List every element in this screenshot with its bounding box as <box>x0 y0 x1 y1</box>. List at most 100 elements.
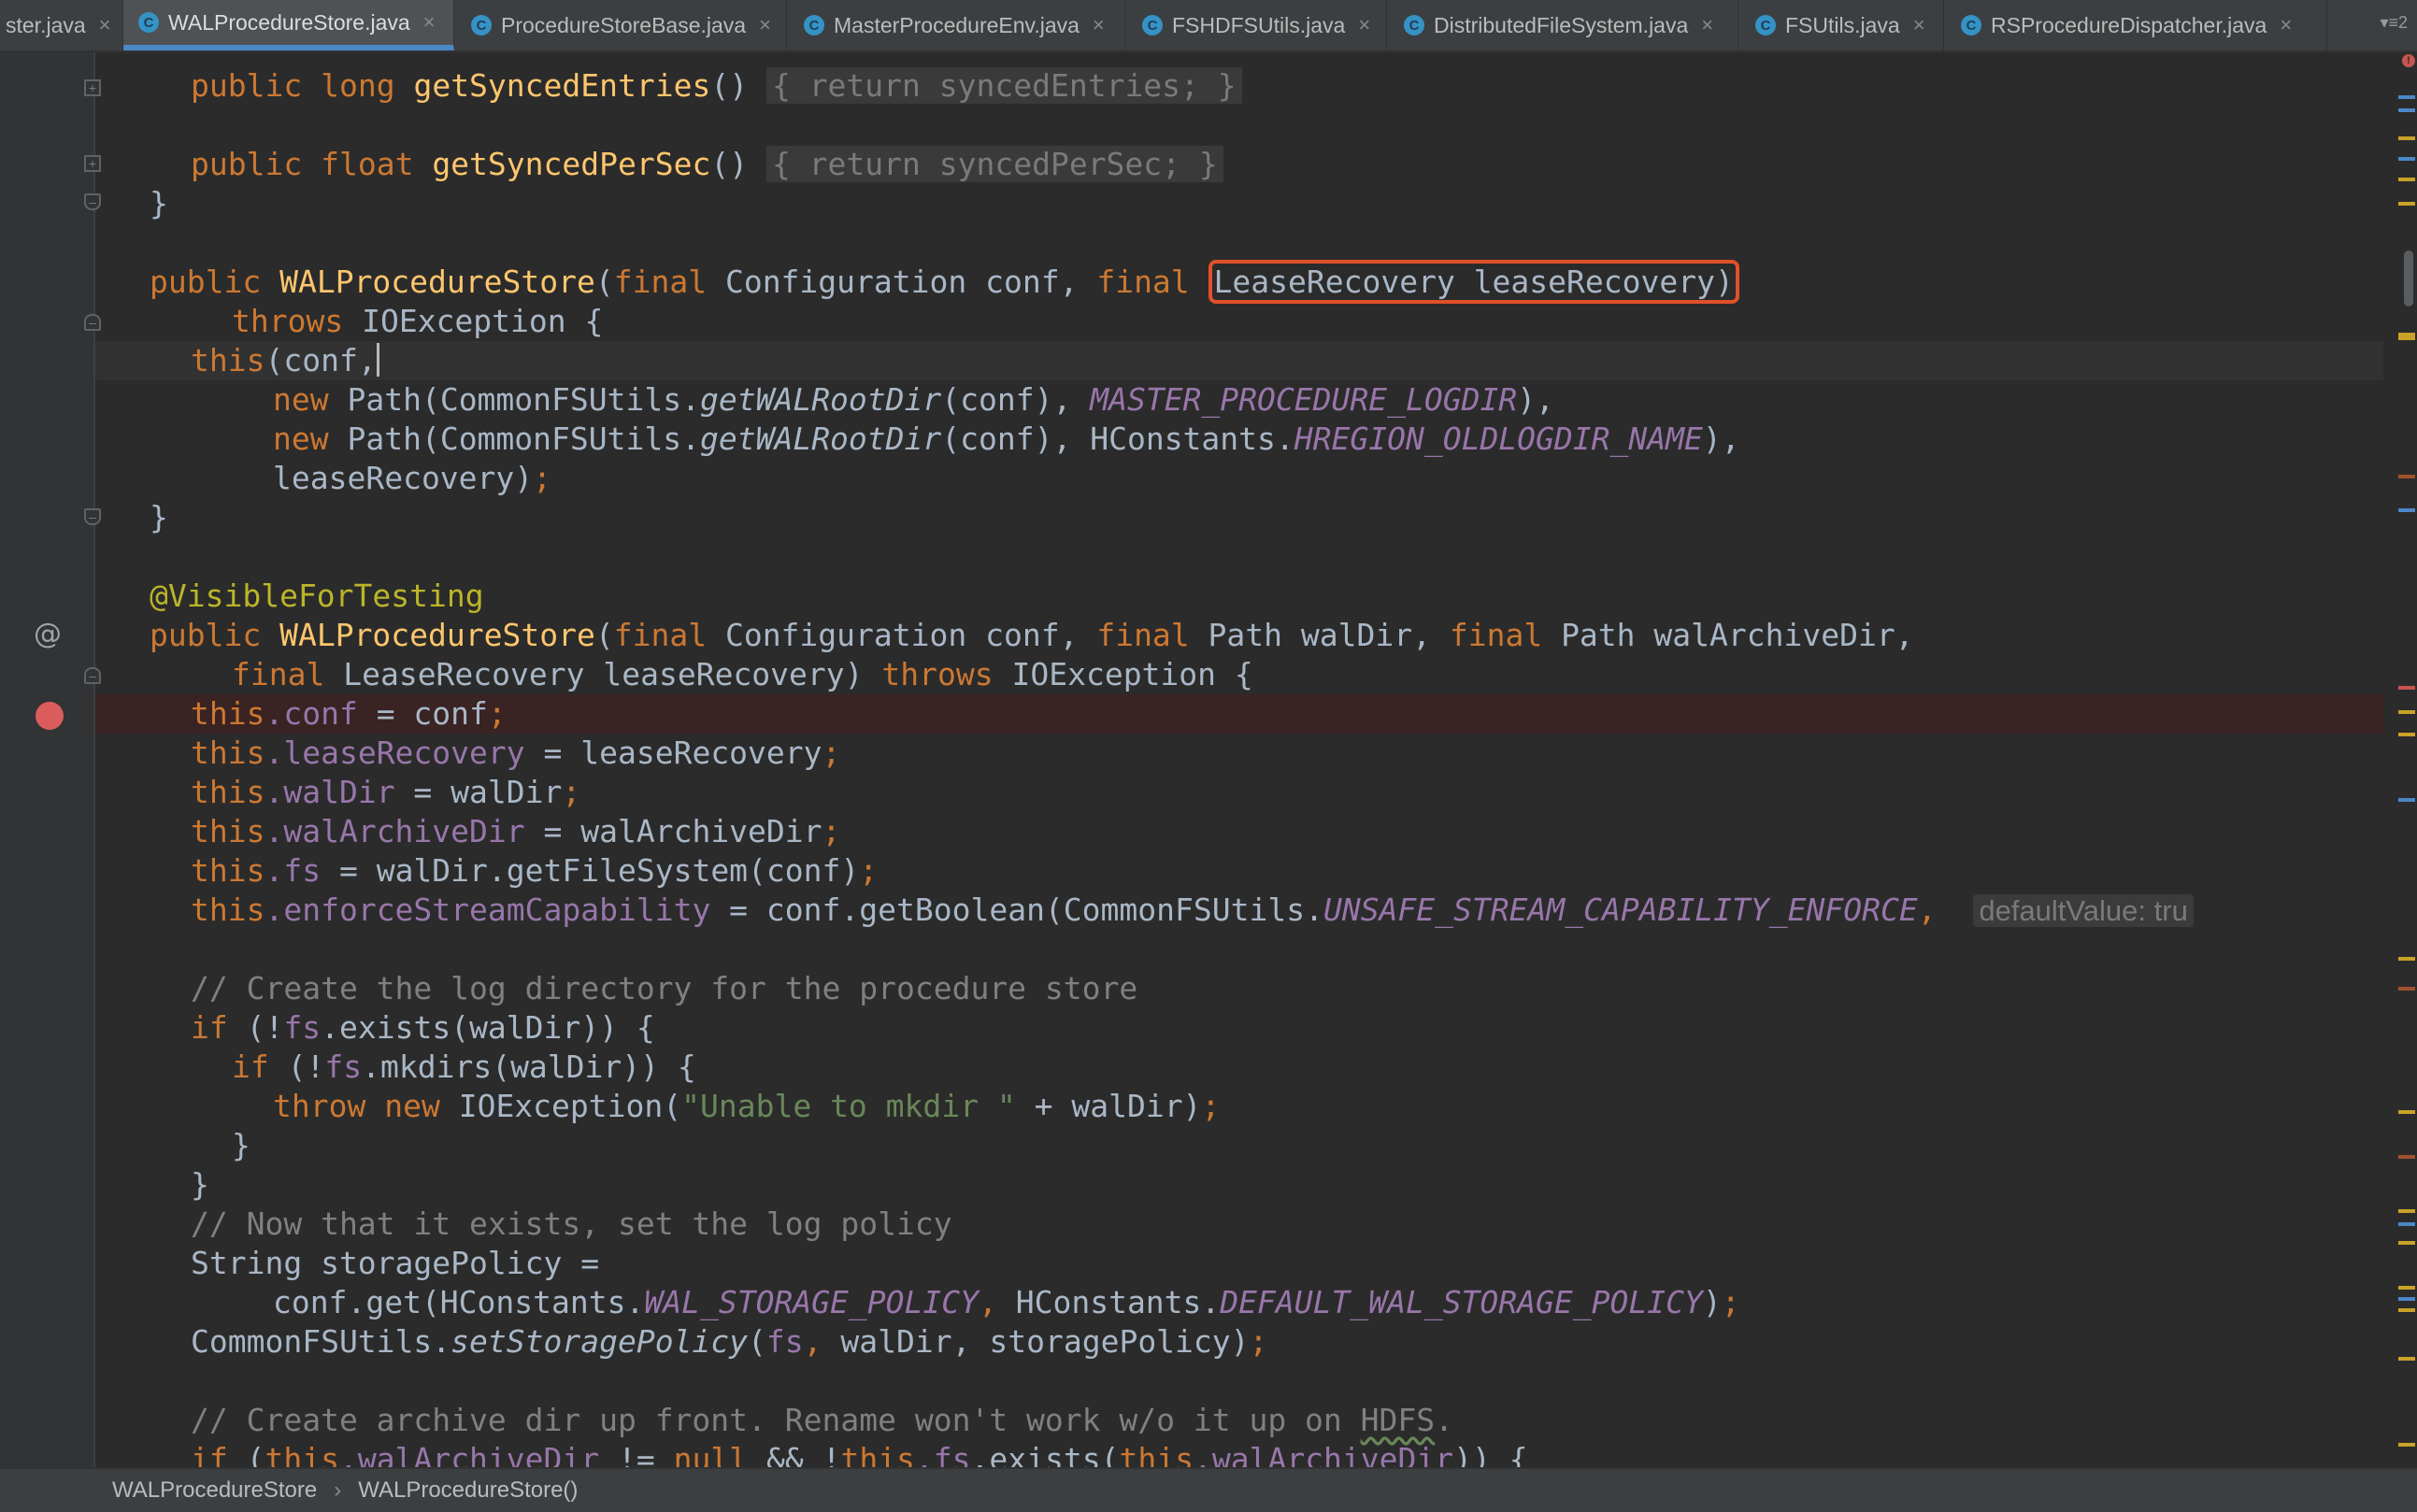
code-line: // Now that it exists, set the log polic… <box>191 1205 952 1242</box>
code-line: if (!fs.exists(walDir)) { <box>191 1009 655 1046</box>
tab-walprocedurestore[interactable]: C WALProcedureStore.java × <box>123 0 454 50</box>
warning-marker[interactable] <box>2398 1110 2415 1114</box>
error-stripe[interactable]: ! <box>2383 52 2417 1467</box>
code-line: } <box>191 1166 209 1203</box>
breadcrumb: WALProcedureStore › WALProcedureStore() <box>0 1467 2417 1512</box>
warning-marker[interactable] <box>2398 336 2415 340</box>
change-marker[interactable] <box>2398 95 2415 99</box>
error-indicator-icon[interactable]: ! <box>2402 54 2415 67</box>
tab-list-menu-icon[interactable]: ▾≡2 <box>2380 13 2408 33</box>
close-icon[interactable]: × <box>759 13 771 37</box>
breakpoint-line: this.conf = conf; <box>95 694 2383 734</box>
code-line: new Path(CommonFSUtils.getWALRootDir(con… <box>273 381 1554 418</box>
class-icon: C <box>1755 15 1776 36</box>
parameter-hint: defaultValue: tru <box>1973 894 2194 927</box>
warning-marker[interactable] <box>2398 1286 2415 1290</box>
warning-marker[interactable] <box>2398 1357 2415 1361</box>
code-line: } <box>150 499 168 535</box>
warning-marker[interactable] <box>2398 733 2415 736</box>
change-marker[interactable] <box>2398 108 2415 112</box>
tab-distributedfilesystem[interactable]: C DistributedFileSystem.java × <box>1387 0 1738 50</box>
warning-marker[interactable] <box>2398 710 2415 714</box>
code-line: this.fs = walDir.getFileSystem(conf); <box>191 852 879 889</box>
change-marker[interactable] <box>2398 987 2415 991</box>
code-line: this.walDir = walDir; <box>191 774 581 810</box>
close-icon[interactable]: × <box>2280 13 2292 37</box>
tab-label: MasterProcedureEnv.java <box>834 12 1080 37</box>
code-line: new Path(CommonFSUtils.getWALRootDir(con… <box>273 421 1740 457</box>
change-marker[interactable] <box>2398 1297 2415 1301</box>
close-icon[interactable]: × <box>1358 13 1370 37</box>
close-icon[interactable]: × <box>1093 13 1105 37</box>
code-editor[interactable]: public long getSyncedEntries() { return … <box>95 52 2383 1467</box>
code-line: if (!fs.mkdirs(walDir)) { <box>232 1048 696 1085</box>
at-override-icon[interactable]: @ <box>34 618 62 650</box>
tab-rsproceduredispatcher[interactable]: C RSProcedureDispatcher.java × <box>1944 0 2327 50</box>
code-line: String storagePolicy = <box>191 1245 600 1281</box>
code-line: public long getSyncedEntries() { return … <box>95 66 2383 106</box>
change-marker[interactable] <box>2398 1222 2415 1226</box>
warning-marker[interactable] <box>2398 957 2415 961</box>
code-line: public WALProcedureStore(final Configura… <box>150 617 1914 653</box>
tab-label: DistributedFileSystem.java <box>1434 12 1689 37</box>
warning-marker[interactable] <box>2398 178 2415 181</box>
change-marker[interactable] <box>2398 1155 2415 1159</box>
breadcrumb-method[interactable]: WALProcedureStore() <box>358 1477 578 1504</box>
class-icon: C <box>138 12 159 33</box>
change-marker[interactable] <box>2398 798 2415 802</box>
code-line: public WALProcedureStore(final Configura… <box>95 260 2383 304</box>
tab-label: FSUtils.java <box>1785 12 1900 37</box>
code-line: if (this.walArchiveDir != null && !this.… <box>191 1441 1528 1467</box>
code-line: } <box>150 185 168 221</box>
class-icon: C <box>1142 15 1163 36</box>
warning-marker[interactable] <box>2398 136 2415 140</box>
code-line: final LeaseRecovery leaseRecovery) throw… <box>232 656 1253 692</box>
code-line: throws IOException { <box>232 303 604 339</box>
change-marker[interactable] <box>2398 508 2415 512</box>
code-line: leaseRecovery); <box>273 460 552 496</box>
tab-procedurestorebase[interactable]: C ProcedureStoreBase.java × <box>454 0 787 50</box>
change-marker[interactable] <box>2398 475 2415 478</box>
warning-marker[interactable] <box>2398 1209 2415 1213</box>
text-cursor <box>376 343 379 377</box>
code-line: } <box>232 1127 250 1163</box>
tab-fsutils[interactable]: C FSUtils.java × <box>1738 0 1944 50</box>
warning-marker[interactable] <box>2398 1308 2415 1312</box>
breakpoint-icon[interactable] <box>36 702 64 730</box>
code-line: this.walArchiveDir = walArchiveDir; <box>191 813 841 849</box>
folded-region[interactable]: { return syncedPerSec; } <box>765 146 1223 182</box>
close-icon[interactable]: × <box>99 13 111 37</box>
breadcrumb-separator: › <box>334 1477 342 1503</box>
tab-label: WALProcedureStore.java <box>168 9 410 35</box>
editor-tab-bar: ster.java × C WALProcedureStore.java × C… <box>0 0 2417 52</box>
tab-label: RSProcedureDispatcher.java <box>1991 12 2267 37</box>
tab-label: FSHDFSUtils.java <box>1172 12 1346 37</box>
tab-label: ProcedureStoreBase.java <box>501 12 747 37</box>
folded-region[interactable]: { return syncedEntries; } <box>765 67 1242 104</box>
close-icon[interactable]: × <box>423 10 436 35</box>
class-icon: C <box>804 15 824 36</box>
code-line: @VisibleForTesting <box>150 578 484 614</box>
close-icon[interactable]: × <box>1701 13 1713 37</box>
error-marker[interactable] <box>2398 686 2415 690</box>
current-line: this(conf, <box>95 341 2383 380</box>
warning-marker[interactable] <box>2398 1241 2415 1245</box>
tab-ster[interactable]: ster.java × <box>0 0 123 50</box>
code-line: conf.get(HConstants.WAL_STORAGE_POLICY, … <box>273 1284 1740 1320</box>
code-line: this.enforceStreamCapability = conf.getB… <box>95 891 2383 930</box>
editor-gutter[interactable] <box>0 52 95 1467</box>
tab-label: ster.java <box>6 12 86 37</box>
spelling-warning[interactable]: HDFS <box>1361 1402 1435 1438</box>
breadcrumb-class[interactable]: WALProcedureStore <box>112 1477 317 1504</box>
highlighted-parameter: LeaseRecovery leaseRecovery) <box>1208 260 1739 304</box>
scrollbar-thumb[interactable] <box>2404 250 2413 307</box>
tab-fshdfsutils[interactable]: C FSHDFSUtils.java × <box>1125 0 1387 50</box>
warning-marker[interactable] <box>2398 202 2415 206</box>
code-line: // Create archive dir up front. Rename w… <box>191 1402 1454 1438</box>
close-icon[interactable]: × <box>1913 13 1925 37</box>
code-line: // Create the log directory for the proc… <box>191 970 1138 1006</box>
warning-marker[interactable] <box>2398 1443 2415 1447</box>
change-marker[interactable] <box>2398 157 2415 161</box>
code-line: public float getSyncedPerSec() { return … <box>95 145 2383 184</box>
tab-masterprocedureenv[interactable]: C MasterProcedureEnv.java × <box>787 0 1125 50</box>
